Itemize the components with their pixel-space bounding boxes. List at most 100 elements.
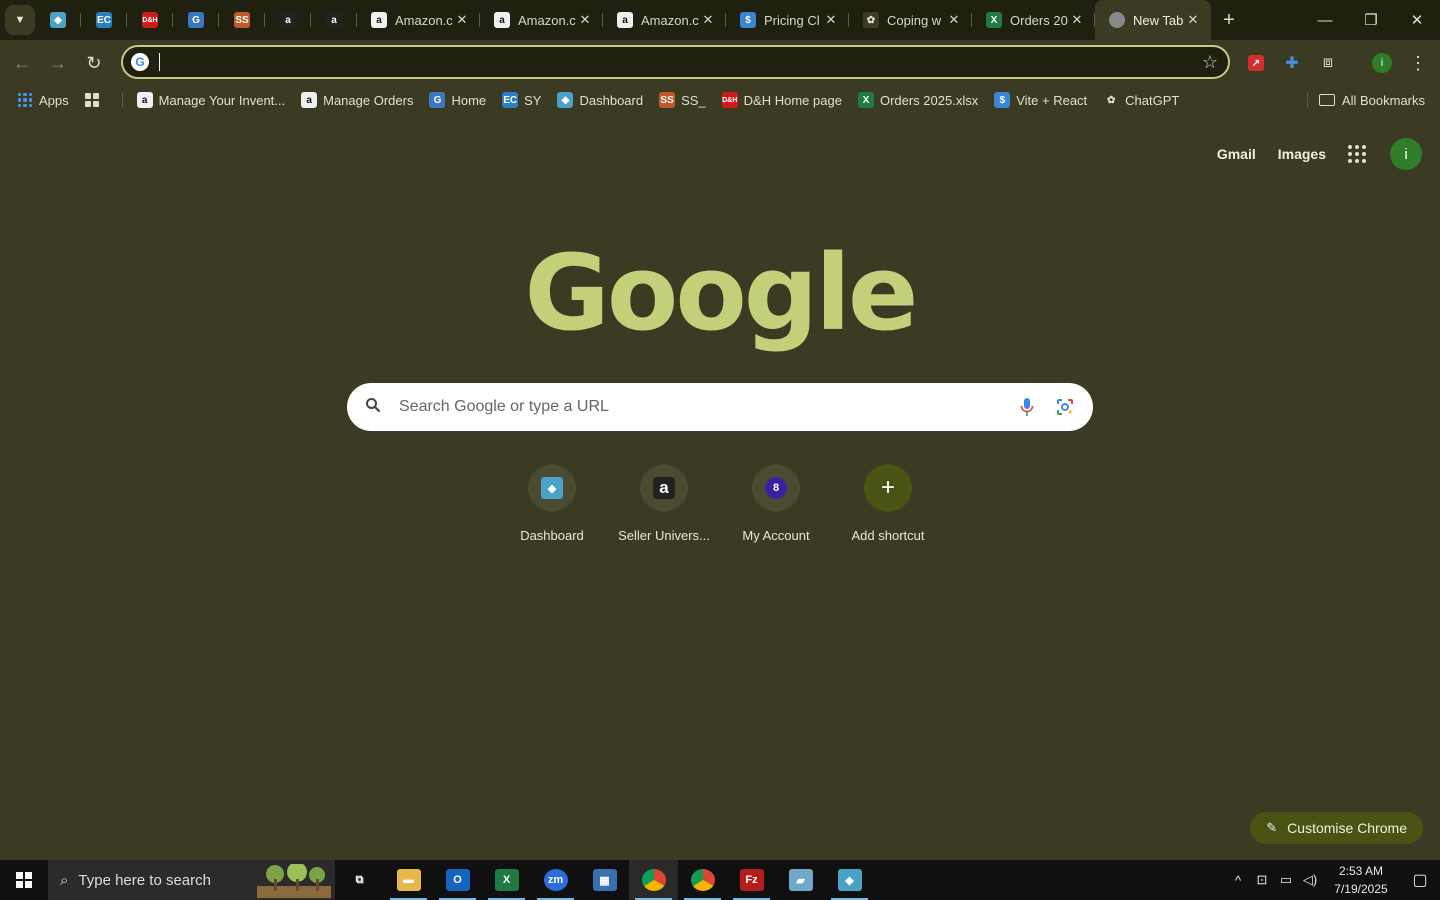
forward-button[interactable]: → [40,45,76,81]
restore-button[interactable]: ❐ [1348,0,1394,40]
account-avatar[interactable]: i [1390,138,1422,170]
pinned-tab[interactable]: a [265,0,311,40]
windows-taskbar: ⌕ Type here to search ⧉ ▬ O Xzm ▦ Fz ▰ ◆ ^ ⊡ ▭ … [0,860,1440,900]
network-icon[interactable]: ▭ [1274,872,1298,888]
close-icon[interactable]: ✕ [454,12,470,28]
bookmark-label: Home [451,92,487,108]
search-input[interactable] [399,398,1009,416]
tab-search-button[interactable]: ▼ [5,5,35,35]
tab[interactable]: a Amazon.c ✕ [357,0,480,40]
taskbar-app[interactable]: ▬ [384,860,433,900]
task-view-icon: ⧉ [347,869,372,891]
pinned-tab[interactable]: EC [81,0,127,40]
bookmark-item[interactable]: a Manage Your Invent... [136,92,285,108]
tab[interactable]: X Orders 20 ✕ [972,0,1095,40]
google-header-links: Gmail Images i [1217,138,1422,170]
taskbar-app[interactable]: X [482,860,531,900]
bookmark-item[interactable]: X Orders 2025.xlsx [857,92,978,108]
notification-icon[interactable]: ▢ [1400,870,1440,890]
add-shortcut-button[interactable]: + Add shortcut [832,464,944,543]
zoom-icon: zm [543,869,568,891]
close-icon[interactable]: ✕ [1185,12,1201,28]
chrome-icon [690,869,715,891]
tab[interactable]: ✿ Coping w ✕ [849,0,972,40]
excel-icon: X [494,869,519,891]
tab[interactable]: a Amazon.c ✕ [480,0,603,40]
address-bar[interactable]: G ☆ [121,45,1230,79]
taskbar-search-box[interactable]: ⌕ Type here to search [48,860,335,900]
customise-chrome-button[interactable]: ✎ Customise Chrome [1250,812,1423,844]
tab-title: New Tab [1133,12,1184,28]
taskbar-app[interactable]: Fz [727,860,776,900]
pinned-tab[interactable]: SS [219,0,265,40]
tab-active-new-tab[interactable]: New Tab ✕ [1095,0,1211,40]
minimize-button[interactable]: — [1302,0,1348,40]
excel-icon: X [857,92,874,108]
bookmark-label: ChatGPT [1125,92,1180,108]
gmail-link[interactable]: Gmail [1217,146,1256,162]
extension-blue-icon[interactable]: ✚ [1274,40,1310,86]
pinned-tab[interactable]: ◆ [35,0,81,40]
shortcut-tile[interactable]: ◆ Dashboard [496,464,608,543]
google-apps-icon[interactable] [1348,145,1366,163]
close-icon[interactable]: ✕ [577,12,593,28]
bookmark-item[interactable]: ◆ Dashboard [557,92,643,108]
bookmark-item[interactable]: SS SS_ [659,92,706,108]
new-tab-button[interactable]: + [1211,9,1247,32]
close-icon[interactable]: ✕ [700,12,716,28]
taskbar-app[interactable] [629,860,678,900]
start-button[interactable] [0,860,48,900]
tab-strip: ▼ ◆ EC D&H G SS a a a Amazon.c ✕ a Amazon.c ✕ a Amazo… [0,0,1440,40]
taskbar-app[interactable] [678,860,727,900]
back-button[interactable]: ← [4,45,40,81]
window-close-button[interactable]: ✕ [1394,0,1440,40]
clock-date: 7/19/2025 [1334,882,1388,896]
tab-title: Amazon.c [641,12,699,28]
reload-button[interactable]: ↻ [76,45,112,81]
bookmark-item[interactable]: D&H D&H Home page [721,92,842,108]
all-bookmarks-button[interactable]: All Bookmarks [1318,86,1425,114]
windows-logo-icon [16,872,32,888]
bookmark-item[interactable]: G Home [429,92,486,108]
omnibox-input[interactable] [164,54,1192,70]
taskbar-app[interactable]: ▦ [580,860,629,900]
pinned-tab[interactable]: a [311,0,357,40]
bookmark-item[interactable]: EC SY [502,92,541,108]
shortcuts-grid: ◆ Dashboard a Seller Univers... 8 My Account +… [496,464,944,543]
close-icon[interactable]: ✕ [1069,12,1085,28]
bookmark-item[interactable]: $ Vite + React [994,92,1087,108]
taskbar-search-placeholder: Type here to search [78,871,211,889]
extensions-puzzle-icon[interactable]: ⧈ [1310,40,1346,86]
close-icon[interactable]: ✕ [823,12,839,28]
tab[interactable]: a Amazon.c ✕ [603,0,726,40]
taskbar-app[interactable]: ▰ [776,860,825,900]
images-link[interactable]: Images [1278,146,1326,162]
volume-icon[interactable]: ◁) [1298,872,1322,888]
taskbar-app[interactable]: ⧉ [335,860,384,900]
menu-kebab-icon[interactable]: ⋮ [1400,40,1436,86]
security-icon[interactable]: ⊡ [1250,872,1274,888]
tab-groups-button[interactable] [84,93,106,107]
shortcut-tile[interactable]: 8 My Account [720,464,832,543]
chevron-up-icon[interactable]: ^ [1226,873,1250,888]
account-8-icon: 8 [765,477,787,499]
close-icon[interactable]: ✕ [946,12,962,28]
search-box[interactable] [347,383,1093,431]
taskbar-app[interactable]: O [433,860,482,900]
google-lens-icon[interactable] [1047,397,1083,417]
bookmark-star-icon[interactable]: ☆ [1192,52,1228,73]
pinned-tab[interactable]: D&H [127,0,173,40]
extension-red-arrow-icon[interactable]: ↗ [1238,40,1274,86]
tab[interactable]: $ Pricing Cl ✕ [726,0,849,40]
taskbar-app[interactable]: zm [531,860,580,900]
amazon-icon: a [326,12,342,28]
clock[interactable]: 2:53 AM 7/19/2025 [1322,862,1400,898]
bookmark-apps[interactable]: Apps [18,93,69,108]
taskbar-app[interactable]: ◆ [825,860,874,900]
pinned-tab[interactable]: G [173,0,219,40]
bookmark-item[interactable]: a Manage Orders [301,92,413,108]
profile-avatar[interactable]: i [1364,40,1400,86]
microphone-icon[interactable] [1009,397,1045,417]
shortcut-tile[interactable]: a Seller Univers... [608,464,720,543]
bookmark-item[interactable]: ✿ ChatGPT [1103,92,1179,108]
